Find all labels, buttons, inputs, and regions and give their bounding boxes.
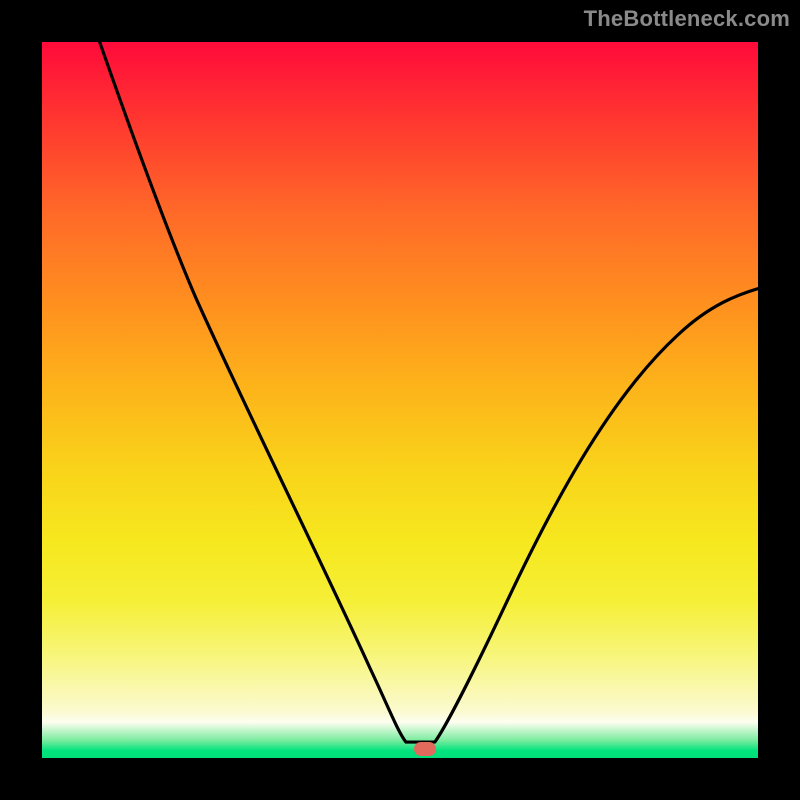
curve-path xyxy=(100,42,758,742)
plot-area xyxy=(40,40,760,760)
optimal-point-marker xyxy=(414,742,436,756)
chart-frame: TheBottleneck.com xyxy=(0,0,800,800)
bottleneck-curve xyxy=(42,42,758,758)
watermark-text: TheBottleneck.com xyxy=(584,6,790,32)
